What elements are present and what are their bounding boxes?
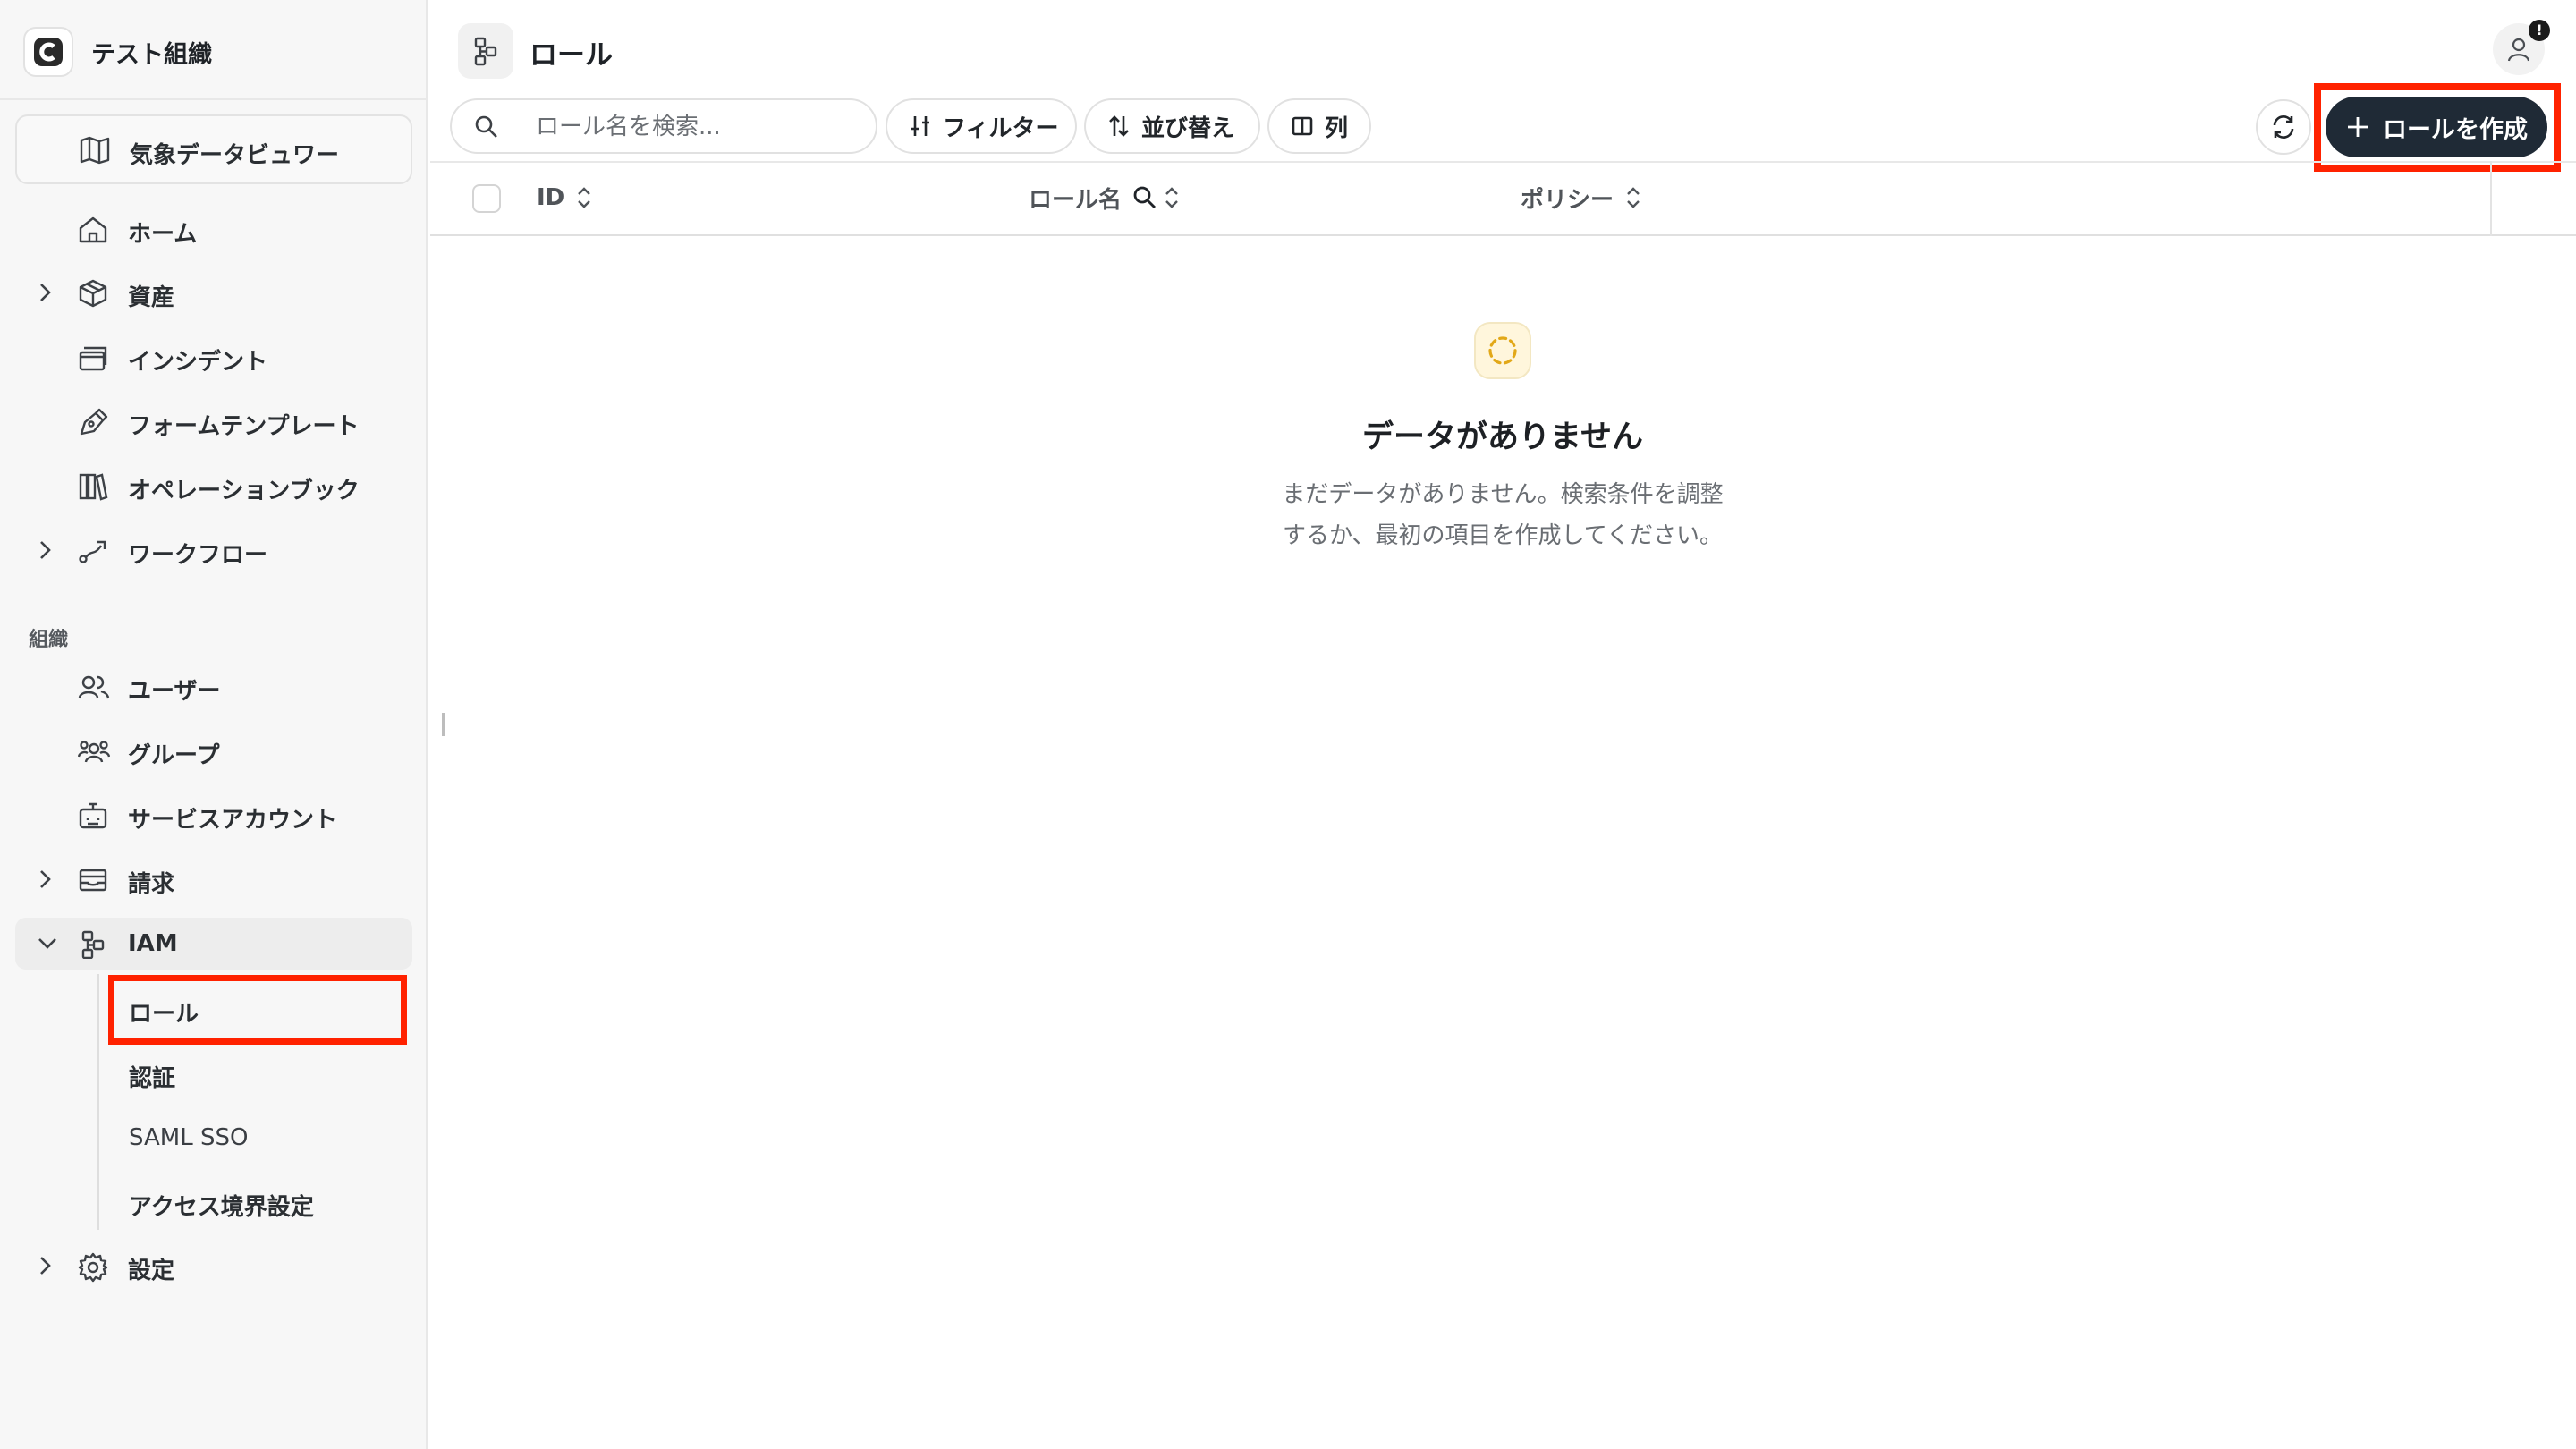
sort-arrows-icon[interactable] xyxy=(575,184,593,211)
home-icon xyxy=(78,216,108,248)
page-title: ロール xyxy=(530,39,613,72)
sort-button[interactable]: 並び替え xyxy=(1084,98,1260,154)
sidebar-subitem-roles[interactable]: ロール xyxy=(108,975,407,1045)
empty-state-description: まだデータがありません。検索条件を調整 するか、最初の項目を作成してください。 xyxy=(1234,474,1771,556)
sidebar-item-settings[interactable]: 設定 xyxy=(15,1240,412,1292)
loader-dashed-icon xyxy=(1474,322,1531,379)
column-header-label: ロール名 xyxy=(1029,186,1123,214)
chevron-down-icon[interactable] xyxy=(35,931,60,960)
pen-tool-icon xyxy=(78,408,108,440)
sort-icon xyxy=(1107,114,1131,139)
org-switcher[interactable]: テスト組織 xyxy=(23,27,212,77)
sidebar-item-service-accounts[interactable]: サービスアカウント xyxy=(15,789,412,841)
columns-icon xyxy=(1291,114,1314,139)
sidebar-item-form-templates[interactable]: フォームテンプレート xyxy=(15,395,412,447)
sidebar-subitem-access-boundary[interactable]: アクセス境界設定 xyxy=(113,1173,402,1233)
search-input[interactable] xyxy=(534,111,860,143)
route-icon xyxy=(78,537,108,569)
sidebar-item-groups[interactable]: グループ xyxy=(15,724,412,776)
plus-icon xyxy=(2345,114,2370,140)
refresh-button[interactable] xyxy=(2256,99,2311,155)
sort-arrows-icon[interactable] xyxy=(1163,184,1181,211)
resize-handle[interactable] xyxy=(442,713,445,736)
sort-button-label: 並び替え xyxy=(1141,114,1235,142)
create-role-button-label: ロールを作成 xyxy=(2383,115,2528,144)
refresh-icon xyxy=(2270,114,2297,140)
bot-icon xyxy=(78,801,108,834)
sidebar-item-label: フォームテンプレート xyxy=(128,413,360,440)
chevron-right-icon[interactable] xyxy=(35,538,55,566)
sidebar-subitem-saml-sso[interactable]: SAML SSO xyxy=(113,1108,402,1169)
org-name: テスト組織 xyxy=(91,40,212,69)
table-header xyxy=(430,161,2576,236)
sidebar-item-assets[interactable]: 資産 xyxy=(15,267,412,318)
columns-button[interactable]: 列 xyxy=(1267,98,1371,154)
column-header-label: ポリシー xyxy=(1521,186,1614,214)
box-icon xyxy=(78,279,108,311)
column-header-policy[interactable]: ポリシー xyxy=(1521,182,1642,214)
section-title-org: 組織 xyxy=(29,629,69,651)
empty-state-title: データがありません xyxy=(1362,419,1643,455)
users-group-icon xyxy=(77,737,111,769)
sidebar-item-operation-books[interactable]: オペレーションブック xyxy=(15,460,412,512)
sidebar-item-label: IAM xyxy=(128,930,178,957)
divider xyxy=(0,98,426,100)
filter-button[interactable]: フィルター xyxy=(886,98,1077,154)
map-icon xyxy=(80,136,110,168)
wallet-icon xyxy=(78,866,108,898)
gear-icon xyxy=(78,1252,108,1286)
sidebar-item-label: インシデント xyxy=(128,349,268,376)
sliders-icon xyxy=(909,114,932,139)
sidebar-item-label: ワークフロー xyxy=(128,542,268,569)
sidebar-subitem-label: アクセス境界設定 xyxy=(129,1194,314,1221)
sidebar-subitem-label: SAML SSO xyxy=(129,1124,249,1151)
column-divider xyxy=(2490,161,2492,236)
column-header-id[interactable]: ID xyxy=(537,182,593,214)
sidebar-item-label: サービスアカウント xyxy=(128,807,338,834)
sidebar-subitem-authentication[interactable]: 認証 xyxy=(113,1044,402,1105)
sidebar-item-users[interactable]: ユーザー xyxy=(15,660,412,712)
filter-button-label: フィルター xyxy=(943,114,1059,142)
columns-button-label: 列 xyxy=(1325,114,1349,142)
search-icon[interactable] xyxy=(1132,185,1157,210)
empty-state-description-line: するか、最初の項目を作成してください。 xyxy=(1283,522,1723,549)
sidebar-subitem-label: ロール xyxy=(129,1001,199,1028)
select-all-checkbox[interactable] xyxy=(472,184,501,213)
sidebar-item-label: グループ xyxy=(128,742,220,769)
library-icon xyxy=(78,472,108,504)
sidebar-item-label: ホーム xyxy=(128,221,198,248)
sidebar-item-label: オペレーションブック xyxy=(128,478,360,504)
sidebar-item-home[interactable]: ホーム xyxy=(15,203,412,255)
chevron-right-icon[interactable] xyxy=(35,280,55,309)
sidebar-item-label: 設定 xyxy=(128,1258,175,1284)
network-icon xyxy=(78,930,108,962)
search-icon xyxy=(473,114,500,144)
window-stack-icon xyxy=(78,343,108,376)
chevron-right-icon[interactable] xyxy=(35,1253,55,1282)
app-switcher-label: 気象データビュワー xyxy=(130,142,340,169)
sidebar-item-billing[interactable]: 請求 xyxy=(15,853,412,905)
sidebar-item-iam[interactable]: IAM xyxy=(15,918,412,970)
column-header-label: ID xyxy=(537,184,565,211)
chevron-right-icon[interactable] xyxy=(35,867,55,895)
sidebar-item-label: ユーザー xyxy=(128,678,221,705)
sidebar-item-label: 資産 xyxy=(128,284,175,311)
sidebar-subitem-label: 認証 xyxy=(129,1065,176,1092)
page-icon xyxy=(458,23,513,79)
sort-arrows-icon[interactable] xyxy=(1624,184,1642,211)
org-logo xyxy=(23,27,73,77)
app-switcher[interactable]: 気象データビュワー xyxy=(15,114,412,184)
empty-state-description-line: まだデータがありません。検索条件を調整 xyxy=(1282,481,1724,508)
search-box[interactable] xyxy=(450,98,877,154)
sidebar: テスト組織 気象データビュワー ホーム 資産 インシデント フォームテンプレート… xyxy=(0,0,428,1449)
notification-badge: ! xyxy=(2529,20,2550,41)
column-header-role-name[interactable]: ロール名 xyxy=(1029,182,1181,214)
sidebar-item-workflows[interactable]: ワークフロー xyxy=(15,524,412,576)
sidebar-item-label: 請求 xyxy=(128,871,175,898)
users-icon xyxy=(78,673,110,705)
sidebar-item-incidents[interactable]: インシデント xyxy=(15,331,412,383)
iam-subtree-line xyxy=(97,974,99,1230)
create-role-button[interactable]: ロールを作成 xyxy=(2326,97,2547,157)
